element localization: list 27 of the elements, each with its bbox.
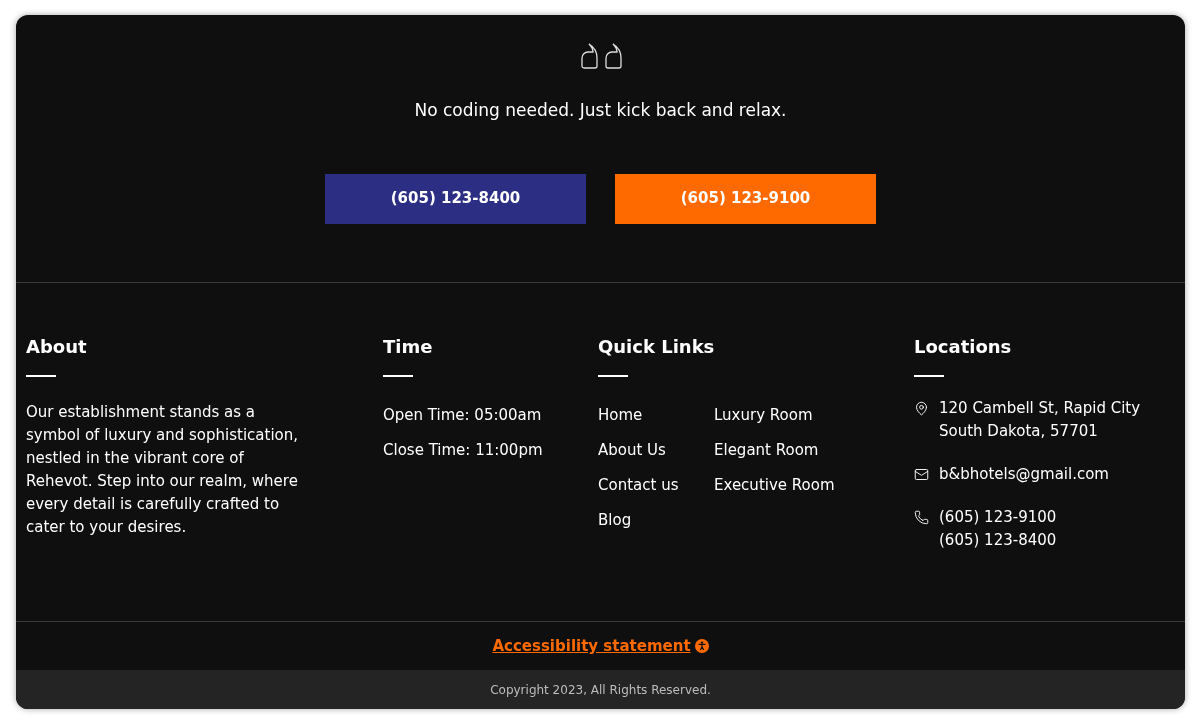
- envelope-icon: [914, 467, 929, 482]
- column-heading: Time: [383, 335, 434, 359]
- copyright-text: Copyright 2023, All Rights Reserved.: [490, 681, 711, 699]
- contact-text: (605) 123-9100: [939, 507, 1057, 528]
- contact-text: b&bhotels@gmail.com: [939, 464, 1109, 485]
- footer-link[interactable]: About Us: [598, 439, 714, 462]
- column-heading: About: [26, 335, 88, 359]
- phone-button[interactable]: (605) 123-8400: [325, 173, 586, 224]
- column-heading: Locations: [914, 335, 1013, 359]
- accessibility-icon: [694, 639, 709, 653]
- footer-link[interactable]: Home: [598, 404, 714, 427]
- footer-link[interactable]: Blog: [598, 509, 714, 532]
- location-pin-icon: [914, 401, 929, 416]
- footer-link[interactable]: Contact us: [598, 474, 714, 497]
- phone-icon: [914, 510, 929, 525]
- footer-link[interactable]: Elegant Room: [714, 439, 830, 462]
- about-text: Our establishment stands as a symbol of luxury and sophistication, nestled in the vibrant core of Rehevot. Step into our realm, where every detail is carefully crafted to cater to your desires.: [26, 402, 299, 538]
- contact-text: 120 Cambell St, Rapid City: [939, 398, 1141, 419]
- contact-text: (605) 123-8400: [939, 530, 1057, 551]
- quote-text: No coding needed. Just kick back and relax.: [414, 99, 787, 122]
- hours-text: Close Time: 11:00pm: [383, 440, 544, 461]
- quote-icon: [579, 42, 622, 70]
- column-heading: Quick Links: [598, 335, 716, 359]
- hours-text: Open Time: 05:00am: [383, 405, 543, 426]
- accessibility-link[interactable]: Accessibility statement: [492, 634, 691, 658]
- footer-link[interactable]: Luxury Room: [714, 404, 830, 427]
- contact-text: South Dakota, 57701: [939, 421, 1099, 442]
